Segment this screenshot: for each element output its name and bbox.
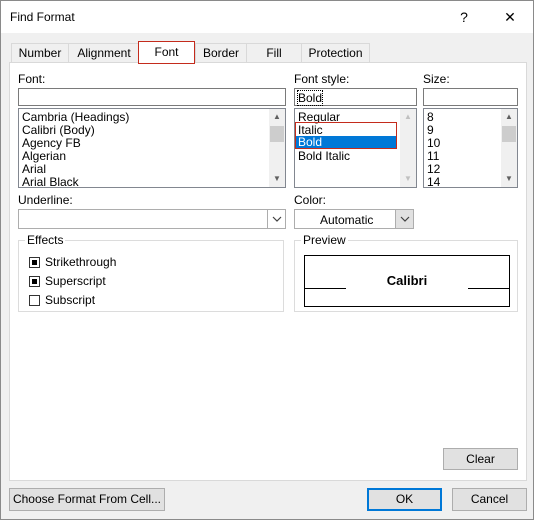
help-button[interactable]: ? <box>441 1 487 33</box>
font-input[interactable] <box>18 88 286 106</box>
preview-title: Preview <box>301 233 348 247</box>
color-label: Color: <box>294 193 327 207</box>
font-style-input-value: Bold <box>296 90 324 106</box>
tab-number[interactable]: Number <box>11 43 69 63</box>
list-item[interactable]: Arial Black <box>22 176 79 188</box>
size-label: Size: <box>423 72 450 86</box>
subscript-label: Subscript <box>45 293 96 307</box>
font-style-input[interactable]: Bold <box>294 88 417 106</box>
font-style-label: Font style: <box>294 72 350 86</box>
effects-group: Effects Strikethrough Superscript Subscr… <box>18 233 284 312</box>
strikethrough-label: Strikethrough <box>45 255 117 269</box>
chevron-down-icon[interactable] <box>267 210 285 228</box>
scroll-down-icon[interactable]: ▼ <box>400 171 416 187</box>
title-bar: Find Format ? ✕ <box>1 1 533 33</box>
close-button[interactable]: ✕ <box>487 1 533 33</box>
preview-line-left <box>304 288 346 289</box>
list-item[interactable]: Bold Italic <box>298 150 350 163</box>
tab-font[interactable]: Font <box>138 41 195 64</box>
preview-group: Preview Calibri <box>294 233 518 312</box>
scroll-up-icon[interactable]: ▲ <box>400 109 416 125</box>
color-select-value: Automatic <box>320 213 374 227</box>
help-icon: ? <box>460 9 468 25</box>
superscript-label: Superscript <box>45 274 106 288</box>
effects-title: Effects <box>25 233 66 247</box>
tab-protection[interactable]: Protection <box>301 43 370 63</box>
superscript-checkbox[interactable] <box>29 276 40 287</box>
cancel-button[interactable]: Cancel <box>452 488 527 511</box>
size-input[interactable] <box>423 88 518 106</box>
clear-button[interactable]: Clear <box>443 448 518 470</box>
color-select[interactable]: Automatic <box>294 209 414 229</box>
scroll-down-icon[interactable]: ▼ <box>501 171 517 187</box>
scroll-thumb[interactable] <box>270 126 284 142</box>
preview-box: Calibri <box>304 255 510 307</box>
font-label: Font: <box>18 72 46 86</box>
tab-alignment[interactable]: Alignment <box>68 43 140 63</box>
chevron-down-icon[interactable] <box>395 210 413 228</box>
underline-label: Underline: <box>18 193 73 207</box>
font-style-list-scrollbar[interactable]: ▲ ▼ <box>400 109 416 187</box>
font-style-list[interactable]: Regular Italic Bold Bold Italic ▲ ▼ <box>294 108 417 188</box>
list-item[interactable]: 14 <box>427 176 440 188</box>
size-list-scrollbar[interactable]: ▲ ▼ <box>501 109 517 187</box>
scroll-up-icon[interactable]: ▲ <box>269 109 285 125</box>
close-icon: ✕ <box>504 9 516 25</box>
list-item-selected[interactable]: Bold <box>298 136 322 149</box>
font-list[interactable]: Cambria (Headings) Calibri (Body) Agency… <box>18 108 286 188</box>
strikethrough-checkbox[interactable] <box>29 257 40 268</box>
font-list-scrollbar[interactable]: ▲ ▼ <box>269 109 285 187</box>
size-list[interactable]: 8 9 10 11 12 14 ▲ ▼ <box>423 108 518 188</box>
tab-fill[interactable]: Fill <box>246 43 302 63</box>
subscript-checkbox[interactable] <box>29 295 40 306</box>
underline-select[interactable] <box>18 209 286 229</box>
preview-sample-text: Calibri <box>386 273 428 288</box>
dialog-title: Find Format <box>10 10 75 24</box>
choose-format-from-cell-button[interactable]: Choose Format From Cell... <box>9 488 165 511</box>
scroll-thumb[interactable] <box>502 126 516 142</box>
find-format-dialog: Find Format ? ✕ Number Alignment Font Bo… <box>0 0 534 520</box>
ok-button[interactable]: OK <box>367 488 442 511</box>
preview-line-right <box>468 288 510 289</box>
scroll-up-icon[interactable]: ▲ <box>501 109 517 125</box>
scroll-down-icon[interactable]: ▼ <box>269 171 285 187</box>
tab-border[interactable]: Border <box>195 43 247 63</box>
font-tab-panel: Font: Cambria (Headings) Calibri (Body) … <box>9 62 527 481</box>
